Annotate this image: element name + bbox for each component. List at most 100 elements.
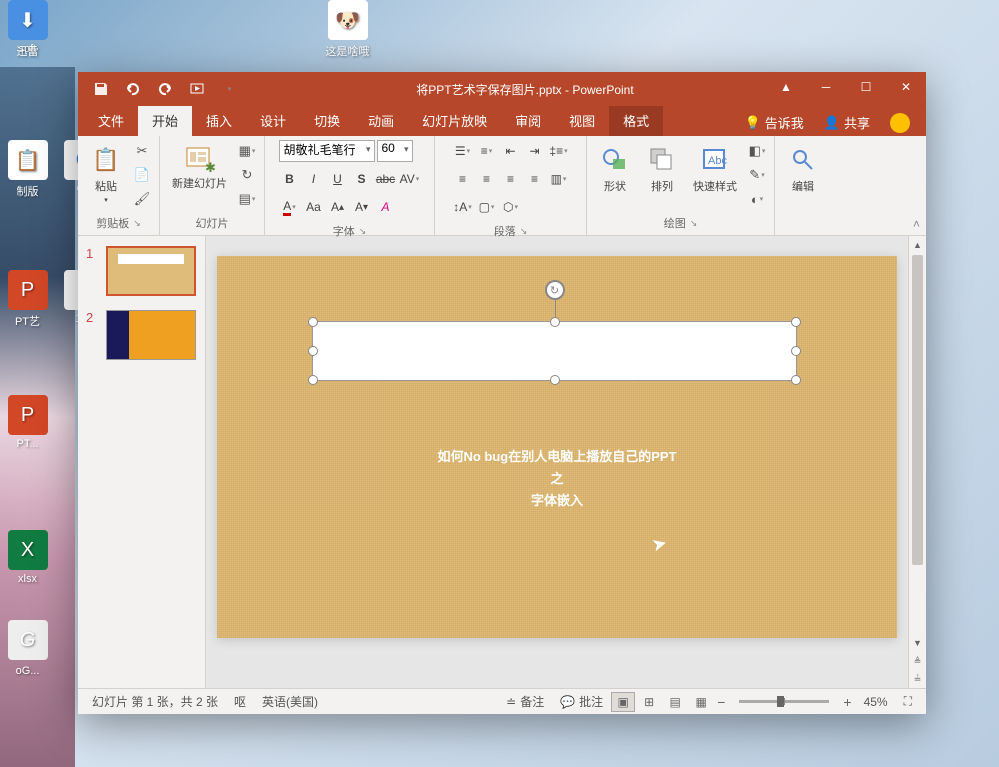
next-slide-button[interactable]: ≟ [909, 670, 926, 688]
font-launcher[interactable]: ↘ [359, 226, 367, 237]
slide-body-text[interactable]: 如何No bug在别人电脑上播放自己的PPT 之 字体嵌入 [217, 446, 897, 512]
shapes-button[interactable]: 形状 [593, 140, 637, 198]
smartart-button[interactable]: ⬡ [500, 196, 522, 218]
resize-handle-ml[interactable] [308, 346, 318, 356]
tab-format[interactable]: 格式 [609, 105, 663, 136]
comments-button[interactable]: 💬批注 [552, 693, 611, 710]
tab-view[interactable]: 视图 [555, 105, 609, 136]
slide-counter[interactable]: 幻灯片 第 1 张，共 2 张 [84, 693, 226, 710]
strikethrough-button[interactable]: abc [375, 168, 397, 190]
tab-file[interactable]: 文件 [84, 105, 138, 136]
scroll-thumb[interactable] [912, 255, 923, 565]
zoom-level[interactable]: 45% [856, 695, 896, 709]
account-smiley-icon[interactable] [890, 113, 910, 133]
quick-styles-button[interactable]: Abc快速样式 [687, 140, 743, 198]
resize-handle-mt[interactable] [550, 317, 560, 327]
slide[interactable]: ↻ 如何No bug在别人电脑上播放自己的PPT 之 字体嵌入 ➤ [217, 256, 897, 638]
shape-effects-button[interactable]: ◐ [746, 188, 768, 210]
slideshow-from-start-button[interactable] [182, 74, 212, 104]
selected-textbox[interactable]: ↻ [312, 321, 797, 381]
thumbnail-slide-1[interactable]: 1 [86, 246, 197, 296]
format-painter-button[interactable]: 🖌 [131, 188, 153, 210]
drawing-launcher[interactable]: ↘ [690, 218, 698, 229]
change-case-button[interactable]: Aa [303, 196, 325, 218]
tab-transitions[interactable]: 切换 [300, 105, 354, 136]
tab-home[interactable]: 开始 [138, 105, 192, 136]
scroll-up-button[interactable]: ▲ [909, 236, 926, 254]
ribbon-display-options[interactable]: ▲ [766, 72, 806, 102]
resize-handle-br[interactable] [791, 375, 801, 385]
indent-increase-button[interactable]: ⇥ [524, 140, 546, 162]
desktop-icon-pptyi[interactable]: PT艺 [15, 316, 40, 328]
clear-format-button[interactable]: A [375, 196, 397, 218]
line-spacing-button[interactable]: ‡≡ [548, 140, 570, 162]
underline-button[interactable]: U [327, 168, 349, 190]
spelling-status[interactable]: 呕 [226, 693, 254, 710]
shape-fill-button[interactable]: ◧ [746, 140, 768, 162]
tab-animations[interactable]: 动画 [354, 105, 408, 136]
shadow-button[interactable]: S [351, 168, 373, 190]
section-button[interactable]: ▤ [236, 188, 258, 210]
resize-handle-tl[interactable] [308, 317, 318, 327]
resize-handle-bl[interactable] [308, 375, 318, 385]
numbering-button[interactable]: ≡ [476, 140, 498, 162]
justify-button[interactable]: ≡ [524, 168, 546, 190]
font-color-button[interactable]: A [279, 196, 301, 218]
align-text-button[interactable]: ▢ [476, 196, 498, 218]
prev-slide-button[interactable]: ≜ [909, 652, 926, 670]
slide-canvas-area[interactable]: ↻ 如何No bug在别人电脑上播放自己的PPT 之 字体嵌入 ➤ [206, 236, 908, 688]
close-button[interactable]: ✕ [886, 72, 926, 102]
italic-button[interactable]: I [303, 168, 325, 190]
rotate-handle[interactable]: ↻ [545, 280, 565, 300]
new-slide-button[interactable]: ✱ 新建幻灯片 [166, 140, 233, 194]
notes-button[interactable]: ≐备注 [498, 693, 552, 710]
layout-button[interactable]: ▦ [236, 140, 258, 162]
zoom-in-button[interactable]: + [839, 694, 855, 710]
redo-button[interactable] [150, 74, 180, 104]
bold-button[interactable]: B [279, 168, 301, 190]
normal-view-button[interactable]: ▣ [611, 692, 635, 712]
scroll-down-button[interactable]: ▼ [909, 634, 926, 652]
sorter-view-button[interactable]: ⊞ [637, 692, 661, 712]
save-button[interactable] [86, 74, 116, 104]
desktop-icon-og[interactable]: oG... [16, 665, 40, 677]
desktop-icon-zheshi[interactable]: 这是啥哦 [326, 46, 370, 58]
tab-insert[interactable]: 插入 [192, 105, 246, 136]
find-button[interactable]: 编辑 [781, 140, 825, 198]
shape-outline-button[interactable]: ✎ [746, 164, 768, 186]
desktop-icon-zhibanban[interactable]: 制版 [17, 186, 39, 198]
resize-handle-mr[interactable] [791, 346, 801, 356]
cut-button[interactable]: ✂ [131, 140, 153, 162]
share-button[interactable]: 👤共享 [818, 109, 876, 136]
tab-slideshow[interactable]: 幻灯片放映 [408, 105, 501, 136]
copy-button[interactable]: 📄 [131, 164, 153, 186]
desktop-icon-ppt[interactable]: PT... [16, 438, 38, 450]
tab-review[interactable]: 审阅 [501, 105, 555, 136]
language-status[interactable]: 英语(美国) [254, 693, 326, 710]
text-direction-button[interactable]: ↕A [452, 196, 474, 218]
arrange-button[interactable]: 排列 [640, 140, 684, 198]
paste-button[interactable]: 📋 粘贴 ▾ [84, 140, 128, 208]
clipboard-launcher[interactable]: ↘ [133, 218, 141, 229]
tell-me-button[interactable]: 💡告诉我 [739, 109, 810, 136]
undo-button[interactable] [118, 74, 148, 104]
font-name-combo[interactable]: 胡敬礼毛笔行 [279, 140, 375, 162]
zoom-slider[interactable] [739, 700, 829, 703]
desktop-icon-xunlei[interactable]: 迅雷 [17, 46, 39, 58]
reset-button[interactable]: ↻ [236, 164, 258, 186]
qat-customize-button[interactable] [214, 74, 244, 104]
collapse-ribbon-button[interactable]: ˄ [913, 217, 920, 231]
slideshow-view-button[interactable]: ▦ [689, 692, 713, 712]
align-center-button[interactable]: ≡ [476, 168, 498, 190]
resize-handle-tr[interactable] [791, 317, 801, 327]
columns-button[interactable]: ▥ [548, 168, 570, 190]
align-right-button[interactable]: ≡ [500, 168, 522, 190]
fit-to-window-button[interactable]: ⛶ [896, 694, 920, 709]
desktop-icon-xlsx[interactable]: xlsx [18, 573, 37, 585]
zoom-slider-thumb[interactable] [777, 696, 784, 707]
resize-handle-mb[interactable] [550, 375, 560, 385]
align-left-button[interactable]: ≡ [452, 168, 474, 190]
indent-decrease-button[interactable]: ⇤ [500, 140, 522, 162]
thumbnail-slide-2[interactable]: 2 [86, 310, 197, 360]
grow-font-button[interactable]: A▴ [327, 196, 349, 218]
